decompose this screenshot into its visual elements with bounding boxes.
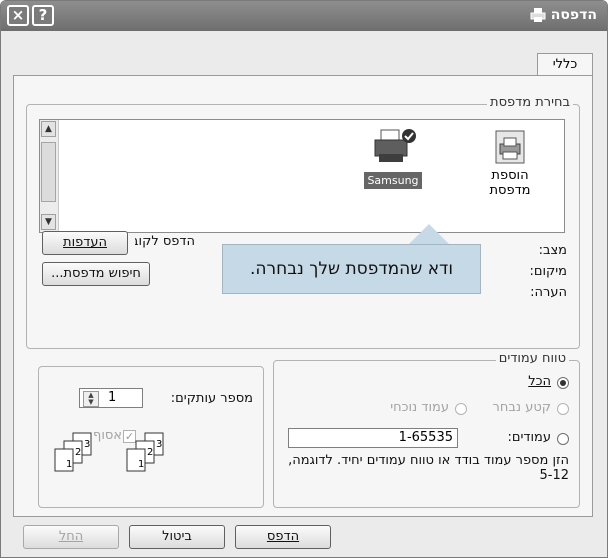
copies-group: מספר עותקים: 1 ▲ ▼ ✓ אסוף 3 2 1 3 2 1 (38, 366, 264, 508)
add-printer-label: הוספת מדפסת (489, 168, 531, 198)
printer-select-group: בחירת מדפסת ▲ ▼ הוספת מדפסת Samsung מצב:… (26, 95, 580, 349)
svg-text:1: 1 (66, 459, 72, 470)
apply-button-label: החל (58, 529, 84, 544)
cancel-button-label: ביטול (162, 529, 192, 544)
status-label: מצב: (538, 243, 567, 258)
svg-text:2: 2 (147, 447, 153, 458)
preferences-button-label: העדפות (63, 235, 107, 250)
window-title: הדפסה (526, 7, 597, 23)
all-label-text: הכל (528, 374, 551, 389)
samsung-label: Samsung (364, 172, 422, 189)
page-range-group: טווח עמודים הכל קטע נבחר עמוד נוכחי עמוד… (273, 351, 580, 508)
dialog-body: כללי בחירת מדפסת ▲ ▼ הוספת מדפסת Samsung… (1, 31, 607, 557)
copies-spinner-icon[interactable]: ▲ ▼ (83, 391, 99, 407)
preferences-button[interactable]: העדפות (42, 231, 128, 255)
collate-pages-icon: 3 2 1 (126, 432, 164, 472)
location-label: מיקום: (529, 264, 567, 279)
help-button[interactable]: ? (32, 5, 54, 26)
copies-label: מספר עותקים: (170, 391, 253, 406)
samsung-printer-icon (374, 129, 416, 162)
svg-text:2: 2 (75, 447, 81, 458)
callout-box: ודא שהמדפסת שלך נבחרה. (222, 244, 481, 294)
scroll-down-arrow-icon[interactable]: ▼ (41, 214, 56, 230)
radio-selection-label[interactable]: קטע נבחר (493, 400, 551, 415)
pages-input[interactable]: 1-65535 (288, 428, 458, 448)
title-bar: × ? הדפסה (1, 1, 607, 31)
radio-all-label[interactable]: הכל (528, 374, 551, 389)
radio-current-page-label[interactable]: עמוד נוכחי (390, 400, 449, 415)
printer-samsung[interactable]: Samsung (358, 128, 428, 189)
print-button[interactable]: הדפס (235, 525, 331, 549)
radio-selection[interactable] (557, 403, 569, 415)
find-printer-button-label: חיפוש מדפסת... (51, 266, 141, 281)
printer-icon (530, 8, 546, 22)
tab-general[interactable]: כללי (537, 53, 593, 76)
add-printer-item[interactable]: הוספת מדפסת (472, 130, 548, 198)
apply-button[interactable]: החל (23, 525, 119, 549)
radio-pages-label[interactable]: עמודים: (507, 430, 551, 445)
print-dialog: × ? הדפסה כללי בחירת מדפסת ▲ ▼ הוספת מדפ… (0, 0, 608, 558)
printer-list-scrollbar[interactable]: ▲ ▼ (40, 120, 59, 232)
cancel-button[interactable]: ביטול (129, 525, 225, 549)
print-button-label: הדפס (266, 529, 300, 544)
printer-list[interactable]: ▲ ▼ הוספת מדפסת Samsung (39, 119, 565, 233)
scroll-up-arrow-icon[interactable]: ▲ (41, 121, 56, 137)
radio-pages[interactable] (557, 433, 569, 445)
radio-all[interactable] (557, 377, 569, 389)
comment-label: הערה: (530, 285, 567, 300)
general-panel: בחירת מדפסת ▲ ▼ הוספת מדפסת Samsung מצב:… (13, 75, 593, 517)
find-printer-button[interactable]: חיפוש מדפסת... (42, 262, 150, 286)
window-title-text: הדפסה (550, 7, 597, 23)
close-button[interactable]: × (7, 5, 29, 26)
scroll-thumb[interactable] (41, 142, 56, 202)
svg-text:3: 3 (84, 439, 90, 450)
callout-tip (409, 224, 449, 244)
print-to-file-label[interactable]: הדפס לקובץ (135, 234, 195, 249)
svg-text:1: 1 (138, 459, 144, 470)
page-range-legend: טווח עמודים (495, 351, 569, 366)
radio-current-page[interactable] (455, 403, 467, 415)
add-printer-icon (495, 130, 525, 164)
page-range-hint: הזן מספר עמוד בודד או טווח עמודים יחיד. … (288, 453, 569, 483)
printer-select-legend: בחירת מדפסת (487, 95, 573, 110)
collate-pages-icon: 3 2 1 (54, 432, 92, 472)
svg-text:3: 3 (156, 439, 162, 450)
